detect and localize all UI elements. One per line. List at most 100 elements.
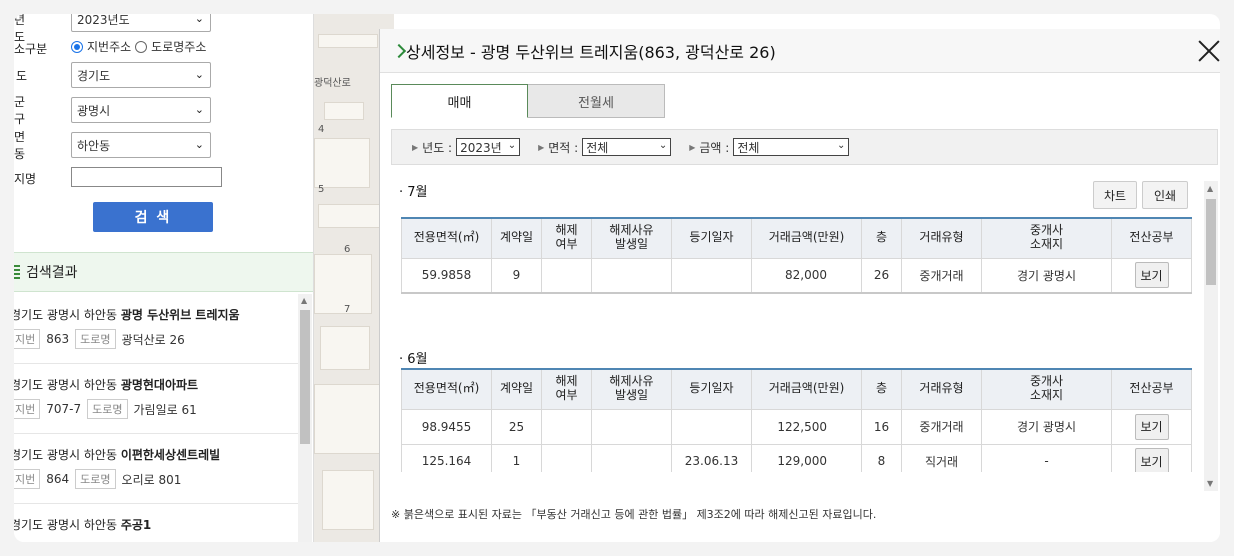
year-filter-select[interactable]: 2023년 ⌄ [456,138,521,156]
sigungu-select[interactable]: 광명시 ⌄ [71,97,211,123]
scroll-thumb[interactable] [300,310,310,444]
jibun-value: 864 [46,472,70,486]
view-button[interactable]: 보기 [1134,262,1169,289]
sido-label: 도 [16,68,28,83]
detail-modal: 상세정보 - 광명 두산위브 트레지움(863, 광덕산로 26) 매매 전월세… [379,29,1220,542]
complex-name[interactable]: 이편한세상센트레빌 [121,448,220,462]
col-ledger: 전산공부 [1111,369,1192,410]
scroll-thumb[interactable] [1206,199,1216,285]
col-ledger: 전산공부 [1111,218,1192,259]
scroll-down-icon[interactable]: ▼ [1207,479,1213,488]
col-day: 계약일 [491,369,542,410]
col-floor: 층 [861,218,902,259]
map-number: 6 [344,244,351,255]
col-cancel-date: 해제사유 발생일 [591,369,672,410]
map-number: 4 [318,124,325,135]
dong-select[interactable]: 하안동 ⌄ [71,132,211,158]
area-filter: ▶ 면적 : 전체 ⌄ [538,138,672,156]
price-filter-select[interactable]: 전체 ⌄ [733,138,850,156]
month-heading: · 7월 [399,185,428,200]
road-tag: 도로명 [87,399,128,419]
chevron-right-icon [391,43,407,58]
scroll-up-icon[interactable]: ▲ [1207,184,1213,193]
col-area: 전용면적(㎡) [401,218,492,259]
map-number: 7 [344,304,351,315]
complex-name[interactable]: 광명 두산위브 트레지움 [121,308,240,322]
list-icon [14,265,20,279]
map-number: 5 [318,184,325,195]
road-tag: 도로명 [75,469,116,489]
chart-button[interactable]: 차트 [1093,181,1137,209]
sido-select[interactable]: 경기도 ⌄ [71,62,211,88]
results-scrollbar[interactable]: ▲ [298,294,312,542]
col-agent: 중개사 소재지 [981,218,1112,259]
chevron-down-icon: ⌄ [194,14,204,25]
table-header-row: 전용면적(㎡) 계약일 해제 여부 해제사유 발생일 등기일자 거래금액(만원)… [401,218,1192,259]
sigungu-label: 군구 [14,95,26,126]
map-building [314,254,372,314]
year-select[interactable]: 2023년도 ⌄ [71,14,211,32]
results-list: 경기도 광명시 하안동 광명 두산위브 트레지움 지번 863 도로명 광덕산로… [14,294,298,542]
chevron-down-icon: ⌄ [194,103,204,116]
deal-tabs: 매매 전월세 [391,84,665,118]
col-price: 거래금액(만원) [751,218,862,259]
triangle-right-icon: ▶ [538,142,545,152]
view-button[interactable]: 보기 [1134,413,1169,440]
table-row: 98.9455 25 122,500 16 중개거래 경기 광명시 보기 [401,408,1192,445]
col-floor: 층 [861,369,902,410]
list-item[interactable]: 경기도 광명시 하안동 광명현대아파트 지번 707-7 도로명 가림일로 61 [14,364,298,434]
radio-jibun[interactable] [71,40,83,53]
road-value: 가림일로 61 [133,402,197,417]
road-value: 오리로 801 [121,472,182,487]
jibun-value: 863 [46,332,70,346]
jibun-tag: 지번 [14,469,41,489]
deal-table-july: 전용면적(㎡) 계약일 해제 여부 해제사유 발생일 등기일자 거래금액(만원)… [401,217,1192,294]
addr-type-radios: 지번주소 도로명주소 [71,38,206,55]
map-building [318,204,380,228]
tab-sale[interactable]: 매매 [391,84,528,118]
chevron-down-icon: ⌄ [194,138,204,151]
list-item[interactable]: 경기도 광명시 하안동 이편한세상센트레빌 지번 864 도로명 오리로 801 [14,434,298,504]
deal-content: · 7월 차트 인쇄 전용면적(㎡) 계약일 해제 여부 해제사유 발생일 등기… [391,167,1203,472]
radio-road[interactable] [135,40,148,53]
chevron-down-icon: ⌄ [194,68,204,81]
tab-rent[interactable]: 전월세 [528,84,665,118]
addr-type-label: 소구분 [14,42,48,56]
col-reg-date: 등기일자 [671,369,752,410]
month-heading: · 6월 [399,352,428,367]
col-cancel: 해제 여부 [541,218,592,259]
results-title: 검색결과 [26,265,78,281]
jibun-value: 707-7 [46,402,82,416]
map-building [314,384,380,454]
chevron-down-icon: ⌄ [507,140,517,151]
col-cancel-date: 해제사유 발생일 [591,218,672,259]
complex-name[interactable]: 광명현대아파트 [121,378,198,392]
col-type: 거래유형 [901,218,982,259]
price-filter: ▶ 금액 : 전체 ⌄ [689,138,850,156]
table-header-row: 전용면적(㎡) 계약일 해제 여부 해제사유 발생일 등기일자 거래금액(만원)… [401,369,1192,410]
footnote: ※ 붉은색으로 표시된 자료는 「부동산 거래신고 등에 관한 법률」 제3조2… [391,508,877,521]
scroll-up-icon[interactable]: ▲ [301,296,307,305]
list-item[interactable]: 경기도 광명시 하안동 광명 두산위브 트레지움 지번 863 도로명 광덕산로… [14,294,298,364]
complex-label: 지명 [14,172,37,186]
col-agent: 중개사 소재지 [981,369,1112,410]
col-price: 거래금액(만원) [751,369,862,410]
close-icon[interactable] [1197,39,1220,63]
content-scrollbar[interactable]: ▲ ▼ [1204,181,1218,491]
view-button[interactable]: 보기 [1134,448,1169,472]
area-filter-select[interactable]: 전체 ⌄ [582,138,672,156]
print-button[interactable]: 인쇄 [1142,181,1188,209]
triangle-right-icon: ▶ [689,142,696,152]
list-item[interactable]: 경기도 광명시 하안동 주공1 [14,504,298,542]
search-button[interactable]: 검 색 [93,202,213,232]
complex-name-input[interactable] [71,167,222,187]
results-header: 검색결과 [14,252,313,292]
complex-name[interactable]: 주공1 [121,518,151,532]
road-value: 광덕산로 26 [121,332,185,347]
deal-table-june: 전용면적(㎡) 계약일 해제 여부 해제사유 발생일 등기일자 거래금액(만원)… [401,368,1192,472]
jibun-tag: 지번 [14,329,41,349]
chevron-down-icon: ⌄ [658,140,668,151]
map-building [320,326,370,370]
map-building [318,34,378,48]
filter-bar: ▶ 년도 : 2023년 ⌄ ▶ 면적 : 전체 ⌄ ▶ 금액 : 전체 ⌄ [391,129,1218,165]
